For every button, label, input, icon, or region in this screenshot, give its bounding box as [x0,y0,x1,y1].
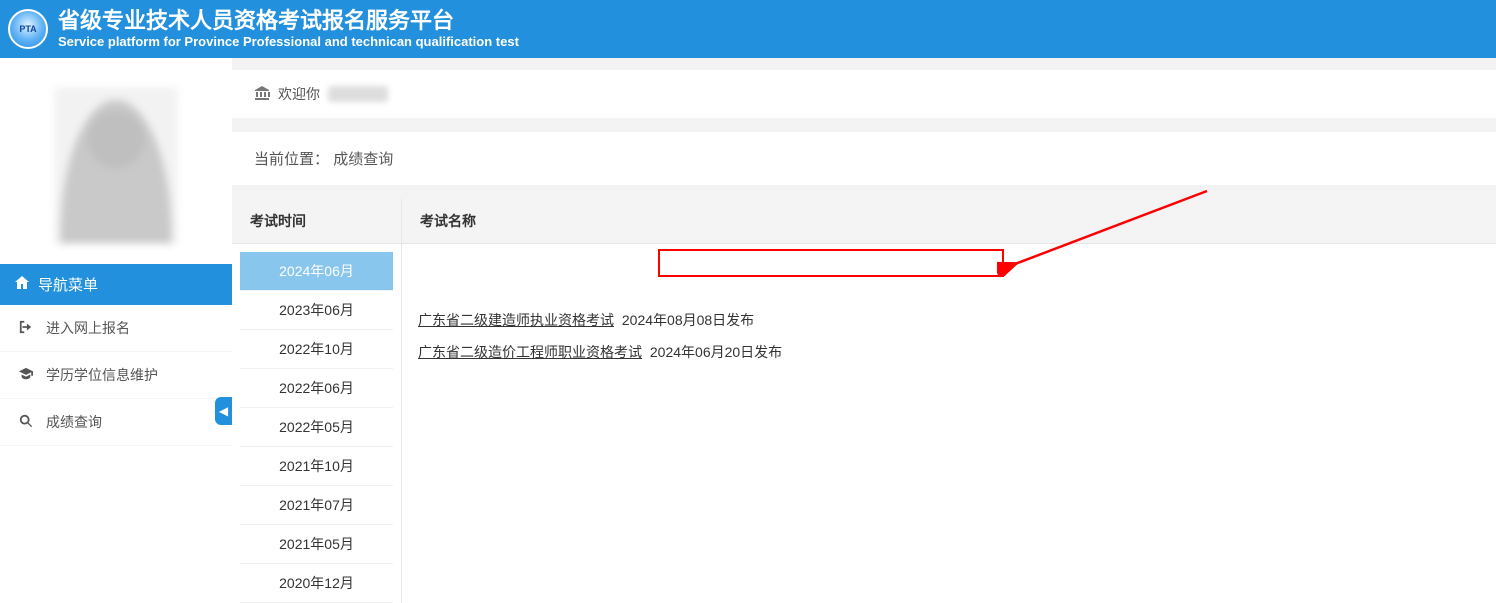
home-icon [14,275,30,295]
search-icon [18,414,34,431]
nav-title-label: 导航菜单 [38,274,98,295]
nav-item-register[interactable]: 进入网上报名 [0,305,232,352]
welcome-username-redacted [328,86,388,102]
login-icon [18,320,34,337]
nav-item-education[interactable]: 学历学位信息维护 [0,352,232,399]
exam-link[interactable]: 广东省二级造价工程师职业资格考试 [418,344,642,360]
logo-badge: PTA [8,9,48,49]
col-name-header: 考试名称 [402,199,1496,244]
exam-link[interactable]: 广东省二级建造师执业资格考试 [418,312,614,328]
welcome-label: 欢迎你 [278,84,320,104]
main-area: 欢迎你 当前位置： 成绩查询 考试时间 2024年06月2023年06月2022… [232,58,1496,603]
time-list: 2024年06月2023年06月2022年10月2022年06月2022年05月… [232,244,401,603]
exam-row: 广东省二级建造师执业资格考试 2024年08月08日发布 [418,304,1480,336]
nav-item-label: 进入网上报名 [46,318,130,338]
breadcrumb-label: 当前位置： [254,151,329,168]
nav-header: 导航菜单 [0,264,232,305]
exam-list: 广东省二级建造师执业资格考试 2024年08月08日发布广东省二级造价工程师职业… [402,244,1496,378]
col-time-header: 考试时间 [232,199,401,244]
sidebar-collapse-handle[interactable]: ◀ [215,397,232,425]
content-panel: 考试时间 2024年06月2023年06月2022年10月2022年06月202… [232,199,1496,603]
sidebar: 导航菜单 进入网上报名 学历学位信息维护 成绩查询 [0,58,232,603]
time-item[interactable]: 2021年07月 [240,486,393,525]
chevron-left-icon: ◀ [219,404,228,418]
graduation-icon [18,367,34,384]
time-item[interactable]: 2022年06月 [240,369,393,408]
time-item[interactable]: 2021年10月 [240,447,393,486]
time-item[interactable]: 2021年05月 [240,525,393,564]
exam-publish-date: 2024年08月08日发布 [618,312,754,328]
exam-row: 广东省二级造价工程师职业资格考试 2024年06月20日发布 [418,336,1480,368]
column-exam-time: 考试时间 2024年06月2023年06月2022年10月2022年06月202… [232,199,402,603]
app-header: PTA 省级专业技术人员资格考试报名服务平台 Service platform … [0,0,1496,58]
header-title-cn: 省级专业技术人员资格考试报名服务平台 [58,8,519,34]
header-title-en: Service platform for Province Profession… [58,34,519,50]
avatar [55,88,177,244]
time-item[interactable]: 2022年10月 [240,330,393,369]
bank-icon [254,85,270,104]
welcome-bar: 欢迎你 [232,70,1496,118]
header-titles: 省级专业技术人员资格考试报名服务平台 Service platform for … [58,8,519,50]
time-item[interactable]: 2022年05月 [240,408,393,447]
time-item[interactable]: 2024年06月 [240,252,393,291]
nav-list: 进入网上报名 学历学位信息维护 成绩查询 [0,305,232,446]
breadcrumb-bar: 当前位置： 成绩查询 [232,132,1496,185]
avatar-box [0,58,232,264]
breadcrumb-current: 成绩查询 [333,151,393,168]
nav-item-score-query[interactable]: 成绩查询 [0,399,232,446]
nav-item-label: 学历学位信息维护 [46,365,158,385]
logo-text: PTA [19,24,36,34]
exam-publish-date: 2024年06月20日发布 [646,344,782,360]
time-item[interactable]: 2023年06月 [240,291,393,330]
time-item[interactable]: 2020年12月 [240,564,393,603]
column-exam-name: 考试名称 广东省二级建造师执业资格考试 2024年08月08日发布广东省二级造价… [402,199,1496,603]
nav-item-label: 成绩查询 [46,412,102,432]
